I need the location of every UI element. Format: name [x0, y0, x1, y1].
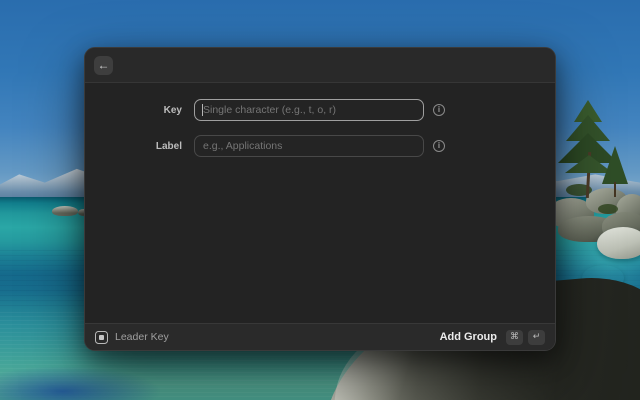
lake-boulder	[597, 227, 640, 259]
dialog-header: ←	[85, 48, 555, 83]
key-input-wrap	[194, 99, 424, 121]
shore-shrub	[598, 204, 618, 214]
pine-trunk	[614, 182, 616, 197]
label-input-wrap	[194, 135, 424, 157]
dialog-body: Key i Label i	[85, 83, 555, 323]
leader-key-dialog: ← Key i Label i Leader Key Add Group ⌘ ↵	[84, 47, 556, 351]
label-info-icon[interactable]: i	[433, 140, 445, 152]
add-group-button[interactable]: Add Group	[440, 331, 497, 343]
key-field-row: Key i	[85, 99, 555, 121]
label-field-label: Label	[85, 141, 194, 152]
dialog-footer: Leader Key Add Group ⌘ ↵	[85, 323, 555, 350]
command-key-icon: ⌘	[506, 330, 523, 345]
leader-key-app-icon-dot	[99, 335, 104, 340]
back-button[interactable]: ←	[94, 56, 113, 75]
key-info-icon[interactable]: i	[433, 104, 445, 116]
return-key-icon: ↵	[528, 330, 545, 345]
key-field-label: Key	[85, 105, 194, 116]
text-cursor	[202, 104, 203, 116]
horizon-rock	[52, 206, 78, 216]
pine-foliage	[602, 146, 628, 184]
key-input[interactable]	[194, 99, 424, 121]
submerged-rock-shadow	[0, 366, 162, 400]
app-name: Leader Key	[115, 331, 169, 343]
label-field-row: Label i	[85, 135, 555, 157]
small-pine-tree	[602, 146, 628, 198]
leader-key-app-icon	[95, 331, 108, 344]
label-input[interactable]	[194, 135, 424, 157]
footer-actions: Add Group ⌘ ↵	[440, 330, 545, 345]
